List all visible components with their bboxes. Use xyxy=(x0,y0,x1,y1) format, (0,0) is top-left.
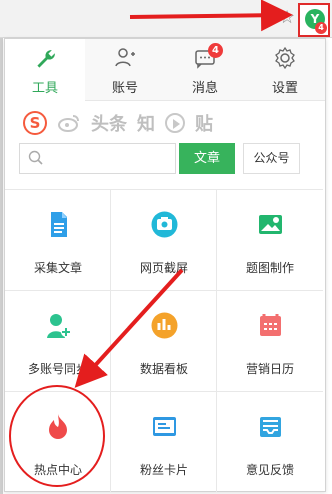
extension-badge: 4 xyxy=(315,22,327,34)
message-count-badge: 4 xyxy=(208,43,223,58)
account-type-button[interactable]: 公众号 xyxy=(243,143,300,174)
tool-label: 营销日历 xyxy=(245,362,294,376)
extension-popup: 工具 账号 4 消息 设置 S 头条 知 贴 文章 公众号 采集文章 网页截屏 … xyxy=(4,38,326,492)
inbox-icon xyxy=(260,417,281,437)
platform-links: S 头条 知 贴 xyxy=(23,111,213,135)
tool-label: 采集文章 xyxy=(33,261,82,275)
tool-label: 多账号同步 xyxy=(27,362,88,376)
flame-icon xyxy=(49,414,67,439)
sohu-icon[interactable]: S xyxy=(23,111,47,135)
wrench-icon xyxy=(37,50,55,68)
tool-multi-account-sync[interactable]: 多账号同步 xyxy=(5,290,111,391)
tool-grid: 采集文章 网页截屏 题图制作 多账号同步 数据看板 营销日历 热点中心 粉丝卡片… xyxy=(5,189,325,492)
gear-icon xyxy=(275,46,295,70)
article-search-button[interactable]: 文章 xyxy=(179,143,235,174)
tool-label: 粉丝卡片 xyxy=(139,463,188,477)
tab-account-label: 账号 xyxy=(111,81,138,96)
card-icon xyxy=(153,417,176,436)
video-platform-icon[interactable] xyxy=(165,113,185,133)
bar-chart-icon xyxy=(151,312,178,339)
tab-messages[interactable]: 4 消息 xyxy=(165,39,245,101)
tool-hot-topics[interactable]: 热点中心 xyxy=(5,391,111,492)
popup-tabs: 工具 账号 4 消息 设置 xyxy=(5,39,325,101)
user-icon xyxy=(115,48,135,67)
search-icon xyxy=(28,150,43,165)
tab-settings-label: 设置 xyxy=(271,81,298,96)
tool-collect-article[interactable]: 采集文章 xyxy=(5,189,111,290)
toutiao-link[interactable]: 头条 xyxy=(91,110,127,136)
tool-label: 意见反馈 xyxy=(245,463,294,477)
tool-label: 数据看板 xyxy=(139,362,188,376)
user-add-icon xyxy=(47,314,71,338)
tool-marketing-calendar[interactable]: 营销日历 xyxy=(217,290,323,391)
weibo-icon[interactable] xyxy=(57,113,81,133)
search-input[interactable] xyxy=(50,144,175,173)
tab-messages-label: 消息 xyxy=(191,81,218,96)
tool-title-image[interactable]: 题图制作 xyxy=(217,189,323,290)
tool-feedback[interactable]: 意见反馈 xyxy=(217,391,323,492)
tab-tools-label: 工具 xyxy=(31,81,58,96)
browser-window-edge xyxy=(0,0,3,494)
tieba-link[interactable]: 贴 xyxy=(195,110,213,136)
tool-web-screenshot[interactable]: 网页截屏 xyxy=(111,189,217,290)
camera-icon xyxy=(151,211,178,238)
tab-settings[interactable]: 设置 xyxy=(245,39,325,101)
zhihu-link[interactable]: 知 xyxy=(137,110,155,136)
tool-label: 题图制作 xyxy=(245,261,294,275)
tool-label: 网页截屏 xyxy=(139,261,188,275)
tab-tools[interactable]: 工具 xyxy=(5,39,85,101)
search-field[interactable] xyxy=(19,143,176,174)
document-icon xyxy=(51,212,67,237)
tab-account[interactable]: 账号 xyxy=(85,39,165,101)
browser-toolbar: ☆ Y 4 xyxy=(0,0,332,38)
image-icon xyxy=(259,215,282,234)
extension-button[interactable]: Y 4 xyxy=(298,3,330,37)
tool-label: 热点中心 xyxy=(33,463,82,477)
bookmark-star-icon[interactable]: ☆ xyxy=(279,7,295,28)
tool-data-dashboard[interactable]: 数据看板 xyxy=(111,290,217,391)
tool-fan-card[interactable]: 粉丝卡片 xyxy=(111,391,217,492)
calendar-icon xyxy=(260,314,281,336)
